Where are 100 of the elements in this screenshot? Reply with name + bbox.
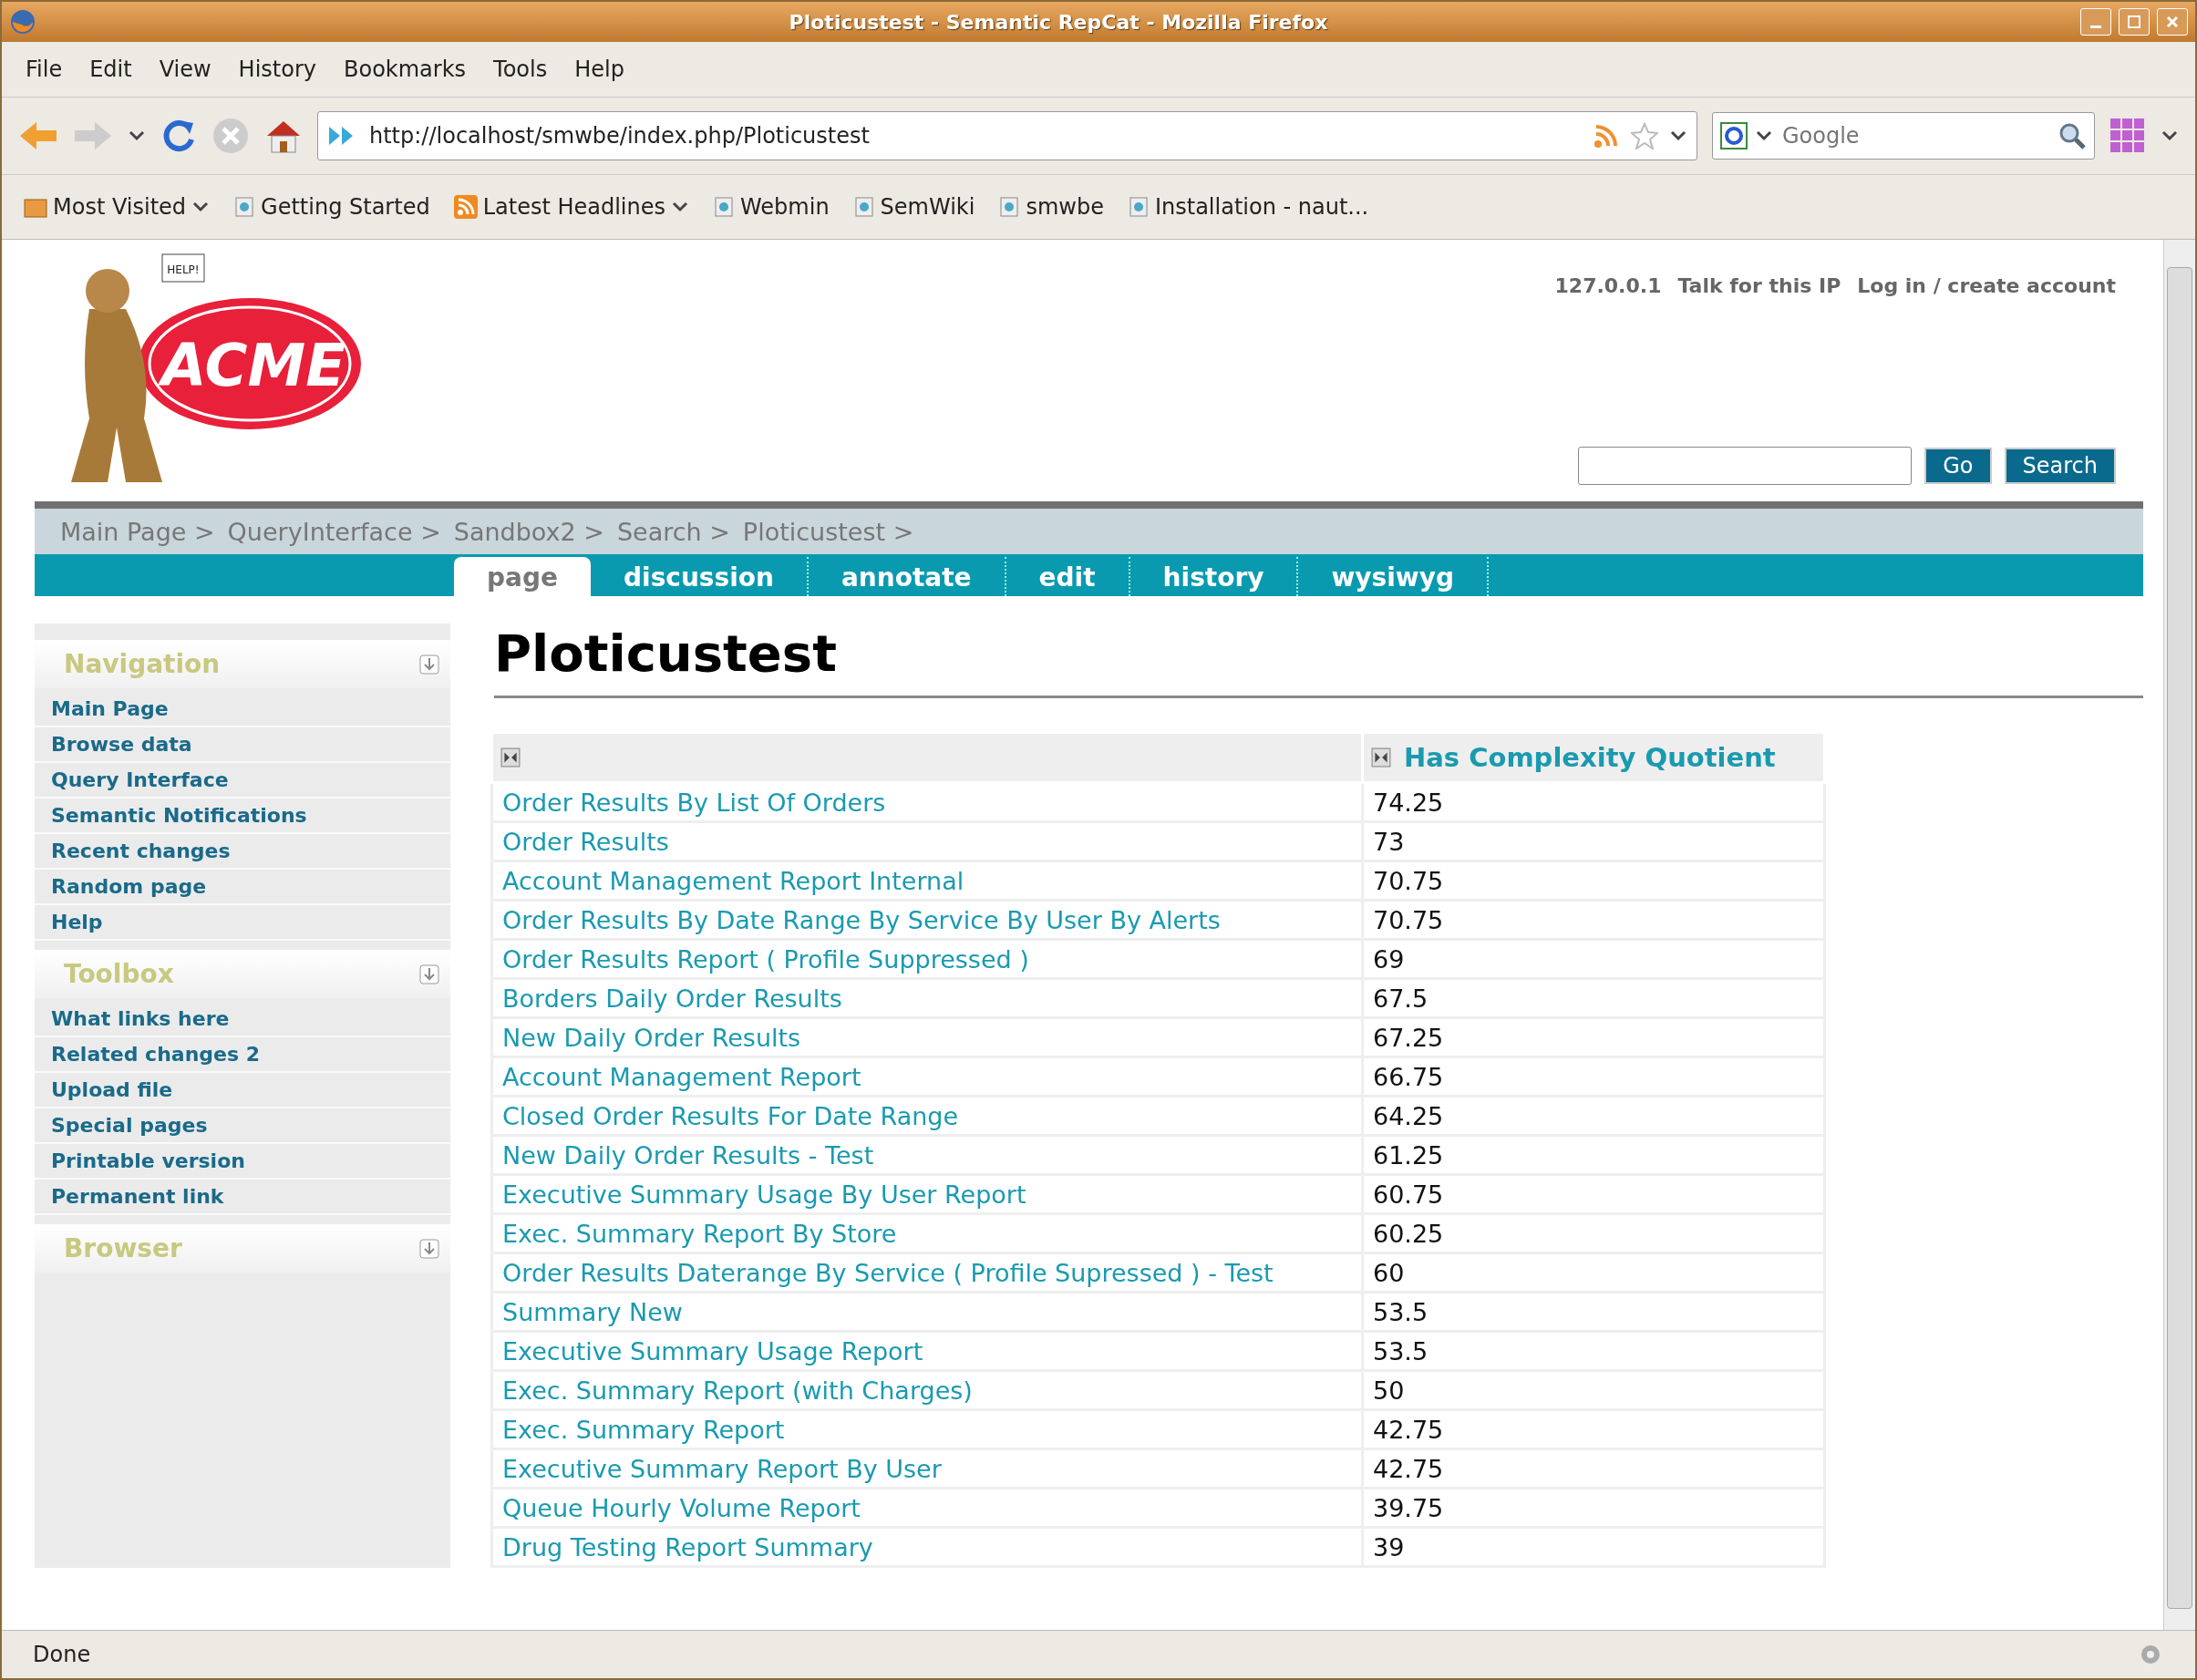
tab[interactable]: page: [454, 557, 591, 596]
page-link[interactable]: Order Results Daterange By Service ( Profile Supressed ) - Test: [491, 1252, 1363, 1293]
menu-item[interactable]: Tools: [482, 53, 559, 86]
personal-link[interactable]: Talk for this IP: [1677, 274, 1841, 297]
table-cell: 39: [1362, 1527, 1825, 1567]
page-link[interactable]: Order Results By List Of Orders: [491, 782, 1363, 822]
page-link[interactable]: Executive Summary Report By User: [491, 1448, 1363, 1489]
toolbar-overflow-icon[interactable]: [2161, 129, 2179, 142]
minimize-button[interactable]: [2080, 8, 2111, 36]
address-bar[interactable]: http://localhost/smwbe/index.php/Ploticustest: [317, 111, 1697, 160]
tab[interactable]: annotate: [808, 557, 1006, 596]
search-engine-icon[interactable]: [1720, 122, 1748, 149]
bookmark-link[interactable]: Latest Headlines: [453, 194, 689, 220]
sidebar-link[interactable]: Random page: [35, 870, 450, 905]
sidebar-link[interactable]: Help: [35, 905, 450, 941]
tab[interactable]: wysiwyg: [1298, 557, 1490, 596]
page-link[interactable]: Executive Summary Usage By User Report: [491, 1174, 1363, 1214]
chevron-icon[interactable]: [671, 201, 689, 213]
sidebar-link[interactable]: Related changes 2: [35, 1037, 450, 1073]
sidebar-link[interactable]: What links here: [35, 1002, 450, 1037]
menu-item[interactable]: View: [148, 53, 222, 86]
history-dropdown-icon[interactable]: [128, 129, 146, 142]
page-link[interactable]: Order Results Report ( Profile Suppressed ): [491, 939, 1363, 979]
table-cell: 67.5: [1362, 978, 1825, 1018]
breadcrumb-link[interactable]: Sandbox2 >: [453, 517, 604, 546]
folder-icon: [24, 196, 47, 218]
page-icon: [852, 196, 875, 218]
bookmark-link[interactable]: Getting Started: [233, 194, 430, 220]
sidebar-link[interactable]: Special pages: [35, 1108, 450, 1144]
personal-link[interactable]: 127.0.0.1: [1554, 274, 1662, 297]
table-cell: 64.25: [1362, 1096, 1825, 1136]
url-dropdown-icon[interactable]: [1669, 129, 1687, 142]
breadcrumb-link[interactable]: Ploticustest >: [742, 517, 914, 546]
page-link[interactable]: Order Results By Date Range By Service By User By Alerts: [491, 900, 1363, 940]
page-link[interactable]: Exec. Summary Report: [491, 1409, 1363, 1449]
breadcrumb-link[interactable]: QueryInterface >: [227, 517, 441, 546]
sidebar-link[interactable]: Permanent link: [35, 1180, 450, 1215]
table-cell: 67.25: [1362, 1017, 1825, 1057]
page-link[interactable]: New Daily Order Results: [491, 1017, 1363, 1057]
back-arrow-icon[interactable]: [18, 119, 58, 152]
table-cell: 70.75: [1362, 861, 1825, 901]
breadcrumb-link[interactable]: Search >: [616, 517, 730, 546]
breadcrumb-link[interactable]: Main Page >: [60, 517, 215, 546]
tab[interactable]: history: [1129, 557, 1299, 596]
page-link[interactable]: Order Results: [491, 821, 1363, 861]
chevron-icon[interactable]: [191, 201, 211, 213]
minimize-icon: [2090, 25, 2101, 28]
sort-icon[interactable]: [500, 747, 521, 768]
search-icon[interactable]: [2058, 121, 2087, 150]
page-link[interactable]: Executive Summary Usage Report: [491, 1331, 1363, 1371]
tab[interactable]: edit: [1006, 557, 1130, 596]
close-button[interactable]: [2157, 8, 2188, 36]
menu-item[interactable]: Bookmarks: [333, 53, 478, 86]
collapse-icon[interactable]: [419, 654, 439, 675]
sidebar-link[interactable]: Recent changes: [35, 834, 450, 870]
bookmark-link[interactable]: Most Visited: [24, 194, 211, 220]
portlet-title: Browser: [64, 1233, 182, 1263]
page-link[interactable]: Closed Order Results For Date Range: [491, 1096, 1363, 1136]
page-link[interactable]: Exec. Summary Report (with Charges): [491, 1370, 1363, 1410]
star-icon[interactable]: [1631, 122, 1658, 149]
search-button[interactable]: Search: [2004, 448, 2116, 484]
bookmark-link[interactable]: Installation - naut...: [1127, 194, 1369, 220]
sidebar-link[interactable]: Query Interface: [35, 763, 450, 799]
personal-link[interactable]: Log in / create account: [1857, 274, 2116, 297]
logo-drawing[interactable]: HELP! ACME: [35, 245, 363, 491]
bookmark-link[interactable]: smwbe: [998, 194, 1104, 220]
table-cell: 42.75: [1362, 1409, 1825, 1449]
menu-item[interactable]: File: [15, 53, 74, 86]
collapse-icon[interactable]: [419, 1238, 439, 1259]
sidebar-link[interactable]: Main Page: [35, 692, 450, 727]
page-link[interactable]: Drug Testing Report Summary: [491, 1527, 1363, 1567]
search-bar[interactable]: Google: [1712, 112, 2095, 160]
grid-icon[interactable]: [2109, 118, 2146, 154]
sidebar-link[interactable]: Upload file: [35, 1073, 450, 1108]
table-cell: 73: [1362, 821, 1825, 861]
bookmark-link[interactable]: Webmin: [713, 194, 830, 220]
menu-item[interactable]: Help: [563, 53, 635, 86]
engine-dropdown-icon[interactable]: [1755, 129, 1773, 142]
collapse-icon[interactable]: [419, 964, 439, 984]
sidebar-link[interactable]: Semantic Notifications: [35, 799, 450, 834]
tab[interactable]: discussion: [591, 557, 809, 596]
search-field[interactable]: [1578, 447, 1913, 485]
sidebar-link[interactable]: Printable version: [35, 1144, 450, 1180]
page-link[interactable]: Exec. Summary Report By Store: [491, 1213, 1363, 1253]
page-link[interactable]: Account Management Report Internal: [491, 861, 1363, 901]
page-link[interactable]: New Daily Order Results - Test: [491, 1135, 1363, 1175]
menu-item[interactable]: Edit: [78, 53, 143, 86]
page-link[interactable]: Account Management Report: [491, 1056, 1363, 1097]
page-link[interactable]: Summary New: [491, 1292, 1363, 1332]
page-icon: [713, 196, 735, 218]
scrollbar[interactable]: [2163, 240, 2195, 1630]
sort-icon[interactable]: [1371, 747, 1391, 768]
rss-icon[interactable]: [1593, 122, 1620, 149]
page-link[interactable]: Borders Daily Order Results: [491, 978, 1363, 1018]
go-button[interactable]: Go: [1924, 448, 1992, 484]
maximize-button[interactable]: [2119, 8, 2150, 36]
page-link[interactable]: Queue Hourly Volume Report: [491, 1488, 1363, 1528]
menu-item[interactable]: History: [227, 53, 327, 86]
sidebar-link[interactable]: Browse data: [35, 727, 450, 763]
bookmark-link[interactable]: SemWiki: [852, 194, 975, 220]
